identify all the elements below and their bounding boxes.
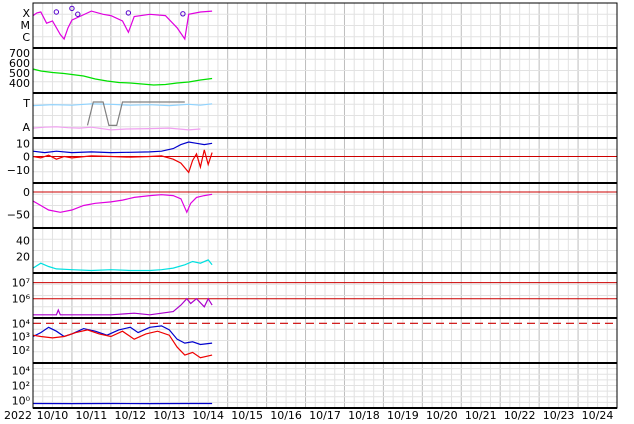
x-tick-label: 10/18 bbox=[348, 409, 380, 422]
x-tick-label: 10/21 bbox=[465, 409, 497, 422]
electron-flux-tick-label: 10⁷ bbox=[12, 277, 30, 290]
magnetic-field-tick-label: 10 bbox=[16, 137, 30, 150]
magnetic-field-line bbox=[32, 149, 213, 174]
solar-wind-speed-line bbox=[32, 68, 213, 86]
series-layer bbox=[32, 5, 213, 405]
x-tick-label: 10/20 bbox=[426, 409, 458, 422]
temperature-alpha-tick-label: T bbox=[22, 97, 30, 110]
temperature-alpha-tick-label: A bbox=[22, 121, 30, 134]
kp-index-tick-label: 20 bbox=[16, 251, 30, 264]
neutron-count-tick-label: 10² bbox=[12, 380, 30, 393]
proton-flux-tick-label: 10⁴ bbox=[12, 317, 31, 330]
electron-flux-tick-label: 10⁶ bbox=[12, 293, 31, 306]
neutron-count-tick-label: 10⁴ bbox=[12, 365, 31, 378]
temperature-alpha-line bbox=[32, 126, 201, 131]
x-tick-label: 10/19 bbox=[387, 409, 419, 422]
magnetic-field-line bbox=[32, 141, 213, 154]
dst-index-line bbox=[32, 193, 213, 214]
kp-index-tick-label: 40 bbox=[16, 234, 30, 247]
x-tick-label: 10/17 bbox=[309, 409, 341, 422]
x-tick-label: 10/14 bbox=[192, 409, 224, 422]
x-tick-label: 10/15 bbox=[231, 409, 263, 422]
neutron-count-tick-label: 10⁰ bbox=[12, 395, 31, 408]
x-tick-label: 10/13 bbox=[153, 409, 185, 422]
grid bbox=[32, 3, 618, 408]
x-tick-label: 10/24 bbox=[582, 409, 614, 422]
x-tick-label: 10/22 bbox=[504, 409, 536, 422]
axis-labels: 10/10 10/11 10/12 10/13 10/14 10/15 10/16 10/17… bbox=[7, 7, 614, 422]
year-label: 2022 bbox=[4, 409, 32, 422]
xray-class-marker bbox=[53, 9, 60, 15]
x-tick-label: 10/16 bbox=[270, 409, 302, 422]
magnetic-field-tick-label: 0 bbox=[23, 151, 30, 164]
dst-index-tick-label: −50 bbox=[7, 209, 30, 222]
magnetic-field-tick-label: −10 bbox=[7, 164, 30, 177]
proton-flux-tick-label: 10² bbox=[12, 344, 30, 357]
space-weather-chart: 10/10 10/11 10/12 10/13 10/14 10/15 10/16 10/17… bbox=[4, 2, 618, 422]
dst-index-tick-label: 0 bbox=[23, 186, 30, 199]
x-tick-label: 10/10 bbox=[37, 409, 69, 422]
xray-class-tick-label: C bbox=[22, 31, 30, 44]
x-tick-label: 10/23 bbox=[543, 409, 575, 422]
x-tick-label: 10/11 bbox=[76, 409, 108, 422]
solar-wind-speed-tick-label: 400 bbox=[9, 77, 30, 90]
proton-flux-line bbox=[32, 325, 213, 346]
x-tick-label: 10/12 bbox=[114, 409, 146, 422]
proton-flux-tick-label: 10³ bbox=[12, 331, 30, 344]
